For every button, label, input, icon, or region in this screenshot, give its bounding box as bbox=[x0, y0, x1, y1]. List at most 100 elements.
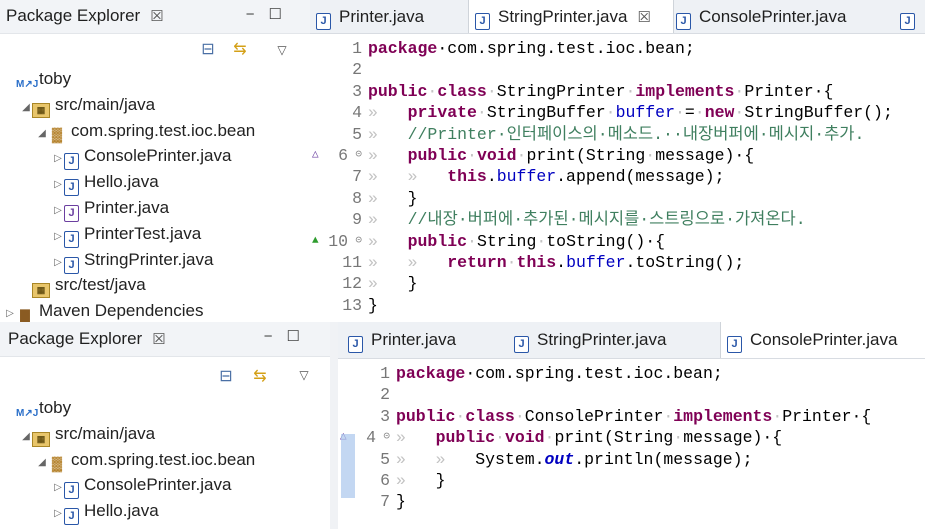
minimize-maximize-icons[interactable]: −☐ bbox=[246, 5, 296, 23]
code-token: » bbox=[396, 471, 436, 490]
view-menu-icon[interactable]: ▽ bbox=[294, 365, 314, 385]
line-number: 3 bbox=[352, 81, 362, 101]
code-line[interactable]: » public·void·print(String·message)·{ bbox=[396, 427, 782, 448]
code-line[interactable]: » public·String·toString()·{ bbox=[368, 231, 665, 252]
expand-toggle-icon[interactable]: ▷ bbox=[4, 301, 16, 322]
tree-item[interactable]: ▷ J Hello.java bbox=[0, 169, 310, 197]
code-token: StringBuffer(); bbox=[744, 103, 893, 123]
java-file-icon: J bbox=[900, 13, 915, 30]
project-icon: M↗J bbox=[16, 79, 39, 90]
code-token: » bbox=[368, 274, 408, 294]
code-token: out bbox=[544, 449, 575, 469]
tree-item[interactable]: ▦ src/test/java bbox=[0, 272, 310, 299]
code-token: print(String bbox=[554, 428, 674, 448]
code-token: · bbox=[476, 103, 487, 123]
code-line[interactable]: » public·void·print(String·message)·{ bbox=[368, 145, 754, 166]
line-number: 1 bbox=[380, 364, 390, 383]
code-line[interactable]: package·com.spring.test.ioc.bean; bbox=[396, 363, 723, 384]
bottom-explorer-title[interactable]: Package Explorer ☒ bbox=[8, 329, 166, 349]
tree-item-label: com.spring.test.ioc.bean bbox=[71, 449, 256, 469]
tree-item[interactable]: ◢ ▦ src/main/java bbox=[0, 421, 330, 447]
tree-item[interactable]: ▷ J Hello.java bbox=[0, 498, 330, 527]
top-editor-tabs: J Printer.java J StringPrinter.java ☒ J Cons… bbox=[310, 0, 925, 34]
tab-consoleprinter-java[interactable]: J ConsolePrinter.java bbox=[670, 0, 896, 33]
tab-printer-java[interactable]: J Printer.java bbox=[338, 322, 504, 358]
code-token: · bbox=[645, 146, 656, 165]
tree-item[interactable]: ▷ J Printer.java bbox=[0, 195, 310, 222]
fold-toggle-icon[interactable]: ⊝ bbox=[355, 145, 362, 166]
tree-item[interactable]: ▷ J ConsolePrinter.java bbox=[0, 472, 330, 500]
bottom-code-area[interactable]: 1 package·com.spring.test.ioc.bean; 2 3 publ… bbox=[338, 363, 925, 529]
tree-item[interactable]: ◢ ▓ com.spring.test.ioc.bean bbox=[0, 447, 330, 473]
fold-toggle-icon[interactable]: ⊝ bbox=[355, 231, 362, 252]
tree-item[interactable]: ▷ ▇ Maven Dependencies bbox=[0, 298, 310, 322]
close-icon[interactable]: ☒ bbox=[152, 331, 165, 348]
code-token: class bbox=[437, 81, 487, 101]
code-line[interactable]: public·class·StringPrinter·implements·Pr… bbox=[368, 81, 833, 102]
tab-label: Printer.java bbox=[371, 330, 457, 349]
code-token: · bbox=[674, 103, 685, 123]
code-token: · bbox=[663, 406, 674, 426]
package-icon: ▓ bbox=[51, 125, 63, 142]
tab-printer-java[interactable]: J Printer.java bbox=[310, 0, 471, 33]
tree-item[interactable]: ◢ ▓ com.spring.test.ioc.bean bbox=[0, 118, 310, 144]
code-line[interactable]: » } bbox=[368, 188, 418, 209]
tab-stringprinter-java[interactable]: J StringPrinter.java bbox=[508, 322, 714, 358]
line-number: 6 bbox=[338, 146, 348, 165]
code-line[interactable]: » » return·this.buffer.toString(); bbox=[368, 252, 744, 273]
code-line[interactable]: » //Printer·인터페이스의·메소드.··내장버퍼에·메시지·추가. bbox=[368, 124, 864, 145]
change-ruler bbox=[341, 434, 355, 498]
code-line[interactable]: » » System.out.println(message); bbox=[396, 449, 752, 470]
top-explorer-toolbar: ⊟ ⇆ ▽ bbox=[0, 34, 310, 68]
code-line[interactable]: } bbox=[368, 295, 378, 316]
line-number: 2 bbox=[352, 60, 362, 80]
code-token: buffer bbox=[566, 253, 626, 272]
tree-item[interactable]: ▷ J StringPrinter.java bbox=[0, 247, 310, 274]
tree-item[interactable]: M↗Jtoby bbox=[0, 395, 330, 421]
code-token: this bbox=[516, 253, 557, 272]
line-number: 5 bbox=[380, 449, 390, 469]
view-menu-icon[interactable]: ▽ bbox=[272, 40, 292, 60]
code-token: » » bbox=[396, 449, 476, 469]
collapse-all-icon[interactable]: ⊟ bbox=[216, 367, 236, 387]
code-line[interactable]: » » this.buffer.append(message); bbox=[368, 166, 724, 187]
code-token: } bbox=[435, 471, 446, 490]
code-token: · bbox=[605, 103, 616, 123]
bottom-explorer-toolbar: ⊟ ⇆ ▽ bbox=[0, 357, 330, 393]
expand-toggle-icon[interactable]: ▷ bbox=[52, 501, 64, 527]
code-token: Printer·{ bbox=[782, 406, 872, 426]
pane-divider[interactable] bbox=[330, 322, 338, 529]
code-line[interactable]: package·com.spring.test.ioc.bean; bbox=[368, 38, 695, 59]
collapse-all-icon[interactable]: ⊟ bbox=[198, 40, 218, 60]
tree-item[interactable]: ▷ J PrinterTest.java bbox=[0, 221, 310, 248]
code-line[interactable]: » //내장·버퍼에·추가된·메시지를·스트링으로·가져온다. bbox=[368, 209, 806, 230]
top-explorer-title[interactable]: Package Explorer ☒ bbox=[6, 6, 164, 26]
top-code-area[interactable]: 1 package·com.spring.test.ioc.bean; 2 3 publ… bbox=[310, 38, 925, 322]
close-icon[interactable]: ☒ bbox=[637, 9, 650, 26]
link-with-editor-icon[interactable]: ⇆ bbox=[230, 40, 250, 60]
code-token: print(String bbox=[526, 146, 646, 165]
code-line[interactable]: » private·StringBuffer·buffer·=·new·Stri… bbox=[368, 102, 893, 123]
tab-consoleprinter-java[interactable]: J ConsolePrinter.java bbox=[720, 322, 925, 358]
line-number-gutter: 5 bbox=[310, 124, 362, 145]
tree-item[interactable]: M↗Jtoby bbox=[0, 66, 310, 92]
tab-overflow[interactable]: J bbox=[894, 0, 925, 33]
fold-toggle-icon[interactable]: ⊝ bbox=[383, 427, 390, 448]
code-line[interactable]: } bbox=[396, 491, 406, 512]
code-line[interactable]: » } bbox=[368, 273, 418, 294]
close-icon[interactable]: ☒ bbox=[150, 8, 163, 25]
line-number-gutter: 2 bbox=[310, 59, 362, 80]
code-token: new bbox=[704, 103, 735, 123]
code-line[interactable]: public·class·ConsolePrinter·implements·P… bbox=[396, 406, 871, 427]
code-line[interactable]: » } bbox=[396, 470, 446, 491]
line-number: 4 bbox=[366, 428, 376, 448]
minimize-maximize-icons[interactable]: −☐ bbox=[264, 327, 314, 345]
link-with-editor-icon[interactable]: ⇆ bbox=[250, 367, 270, 387]
tree-item[interactable]: ◢ ▦ src/main/java bbox=[0, 92, 310, 118]
code-token: » bbox=[368, 103, 408, 123]
implements-indicator-icon[interactable]: △ bbox=[312, 145, 319, 166]
explorer-title-text: Package Explorer bbox=[6, 6, 141, 25]
tree-item[interactable]: ▷ J ConsolePrinter.java bbox=[0, 143, 310, 171]
override-indicator-icon[interactable]: ▲ bbox=[312, 231, 319, 252]
tab-stringprinter-java[interactable]: J StringPrinter.java ☒ bbox=[468, 0, 674, 33]
